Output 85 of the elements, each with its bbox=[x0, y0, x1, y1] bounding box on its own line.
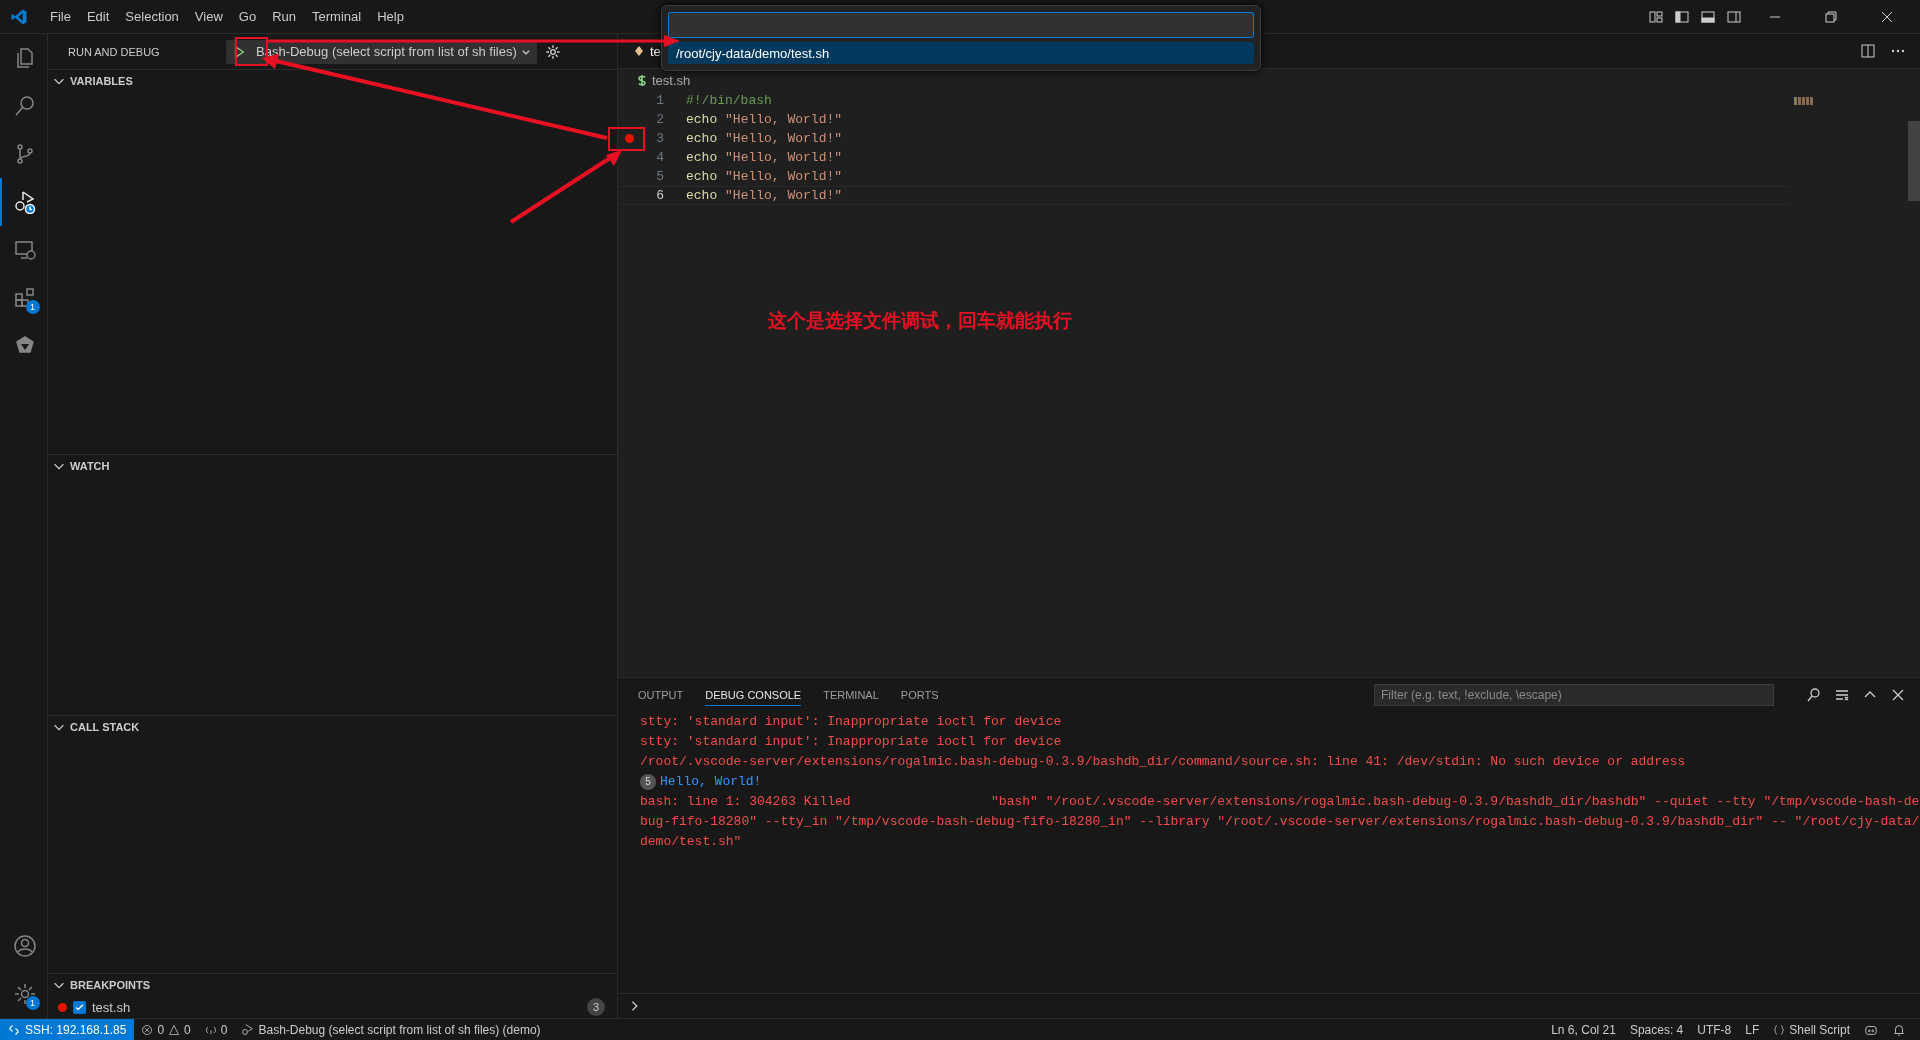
account-icon[interactable] bbox=[12, 934, 37, 958]
count-badge: 1 bbox=[25, 300, 40, 314]
menu-item[interactable]: Run bbox=[264, 5, 304, 28]
line-number: 1 bbox=[655, 93, 664, 108]
line-number: 3 bbox=[655, 131, 664, 146]
remote-monitor-icon[interactable] bbox=[12, 238, 37, 262]
indentation-status[interactable]: Spaces: 4 bbox=[1622, 1022, 1691, 1037]
debug-icon[interactable] bbox=[241, 1023, 255, 1036]
console-output: Hello, World! bbox=[660, 773, 762, 791]
menu-item[interactable]: Selection bbox=[117, 5, 187, 28]
filter-field[interactable]: Filter (e.g. text, !exclude, \escape) bbox=[1374, 684, 1774, 706]
cursor-position[interactable]: Ln 6, Col 21 bbox=[1544, 1022, 1623, 1037]
panel-toggle-icon[interactable] bbox=[1700, 8, 1716, 25]
eol-status[interactable]: LF bbox=[1738, 1022, 1767, 1037]
breadcrumb[interactable]: test.sh bbox=[652, 72, 691, 88]
annotation-text: 这个是选择文件调试，回车就能执行 bbox=[768, 308, 1073, 333]
breakpoint-dot bbox=[58, 1002, 67, 1012]
console-error: stty: 'standard input': Inappropriate ioctl for device bbox=[640, 713, 1063, 731]
code-line: echo "Hello, World!" bbox=[686, 112, 843, 127]
scrollbar-thumb[interactable] bbox=[1908, 121, 1920, 201]
editor-tab[interactable]: te bbox=[618, 34, 661, 68]
sidebar-toggle-icon[interactable] bbox=[1674, 8, 1690, 25]
code-line: echo "Hello, World!" bbox=[686, 131, 843, 146]
run-debug-icon[interactable] bbox=[12, 190, 37, 214]
line-number: 2 bbox=[655, 112, 664, 127]
sidebar-title: RUN AND DEBUG bbox=[68, 45, 161, 58]
remote-icon[interactable] bbox=[8, 1023, 20, 1036]
search-icon[interactable] bbox=[12, 94, 37, 118]
problems-status[interactable]: 0 0 bbox=[134, 1022, 198, 1037]
section-header[interactable]: WATCH bbox=[70, 460, 110, 472]
language-status[interactable]: Shell Script bbox=[1766, 1022, 1857, 1037]
line-number: 6 bbox=[655, 188, 664, 203]
encoding-status[interactable]: UTF-8 bbox=[1690, 1022, 1739, 1037]
quick-pick-input[interactable] bbox=[668, 12, 1254, 38]
menu-item[interactable]: Help bbox=[369, 5, 412, 28]
code-line: #!/bin/bash bbox=[686, 93, 772, 108]
braces-icon[interactable] bbox=[1773, 1023, 1786, 1036]
minimap[interactable] bbox=[1794, 97, 1814, 105]
menu-item[interactable]: Edit bbox=[78, 5, 118, 28]
restore-icon[interactable] bbox=[1823, 8, 1839, 25]
console-error: bash: line 1: 304263 Killed "bash" "/root/.vscode-server/extensions/rogalmic.bash-debug-0.3.9/bashdb_dir/bashdb" --quiet --tty "/tmp/vscode-bash-debug-fifo-18280" --tty_in "/tmp/vscode-bash-debug-fifo-18280_in" --library "/root/.vscode-server/extensions/rogalmic.bash-debug-0.3.9/bashdb_dir" -- "/root/cjy-data/demo/test.sh" bbox=[640, 793, 1920, 851]
menu-item[interactable]: File bbox=[42, 5, 79, 28]
highlight-box bbox=[608, 127, 645, 151]
menu-item[interactable]: Go bbox=[230, 5, 265, 28]
panel-tab[interactable]: DEBUG CONSOLE bbox=[705, 684, 802, 706]
quick-pick-item[interactable]: /root/cjy-data/demo/test.sh bbox=[668, 42, 1254, 64]
gear-icon[interactable] bbox=[12, 982, 37, 1006]
remote-status-button[interactable]: SSH: 192.168.1.85 bbox=[0, 1019, 135, 1040]
repeat-count-badge: 5 bbox=[640, 774, 656, 790]
section-header[interactable]: VARIABLES bbox=[70, 75, 133, 87]
code-line: echo "Hello, World!" bbox=[686, 150, 843, 165]
panel-tab[interactable]: OUTPUT bbox=[638, 684, 684, 706]
menu-item[interactable]: View bbox=[186, 5, 231, 28]
breakpoint-dot[interactable] bbox=[624, 134, 634, 143]
code-line: echo "Hello, World!" bbox=[686, 169, 843, 184]
panel-tab[interactable]: PORTS bbox=[900, 684, 939, 706]
console-error: /root/.vscode-server/extensions/rogalmic.bash-debug-0.3.9/bashdb_dir/command/source.sh: line 41: /dev/stdin: No such device or address bbox=[640, 753, 1687, 771]
bell-icon[interactable] bbox=[1892, 1022, 1906, 1037]
clear-list-icon[interactable] bbox=[1834, 687, 1850, 703]
search-icon[interactable] bbox=[1806, 687, 1822, 703]
file-type-icon bbox=[634, 45, 644, 57]
launch-status[interactable]: Bash-Debug (select script from list of sh files) (demo) bbox=[234, 1022, 548, 1037]
error-icon[interactable] bbox=[141, 1023, 154, 1036]
menu-item[interactable]: Terminal bbox=[304, 5, 370, 28]
ports-status[interactable]: 0 bbox=[197, 1022, 235, 1037]
count-badge: 3 bbox=[587, 998, 605, 1016]
panel-tab[interactable]: TERMINAL bbox=[823, 684, 879, 706]
layout-icon[interactable] bbox=[1648, 8, 1664, 25]
app-logo-icon bbox=[10, 7, 28, 26]
section-header[interactable]: BREAKPOINTS bbox=[70, 979, 151, 991]
section-header[interactable]: CALL STACK bbox=[70, 720, 140, 733]
extensions-icon[interactable] bbox=[12, 286, 37, 310]
breakpoint-file[interactable]: test.sh bbox=[92, 999, 131, 1015]
console-error: stty: 'standard input': Inappropriate ioctl for device bbox=[640, 733, 1063, 751]
checkbox[interactable] bbox=[73, 1000, 86, 1014]
gear-icon[interactable] bbox=[544, 43, 561, 60]
count-badge: 1 bbox=[25, 996, 40, 1010]
line-number: 5 bbox=[655, 169, 664, 184]
close-icon[interactable] bbox=[1890, 687, 1906, 703]
shell-file-icon bbox=[638, 73, 646, 87]
warning-icon[interactable] bbox=[168, 1023, 181, 1036]
secondary-sidebar-icon[interactable] bbox=[1726, 8, 1742, 25]
split-editor-icon[interactable] bbox=[1860, 43, 1876, 59]
line-number: 4 bbox=[655, 150, 664, 165]
code-line: echo "Hello, World!" bbox=[686, 188, 843, 203]
